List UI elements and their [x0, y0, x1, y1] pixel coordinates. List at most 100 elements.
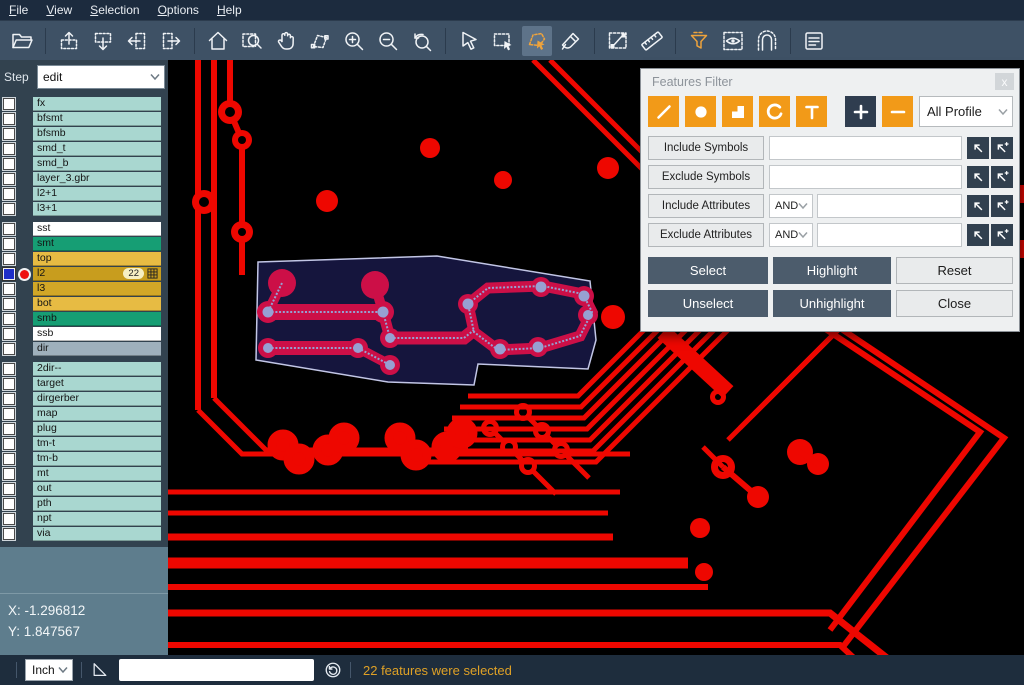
layer-checkbox-plug[interactable] — [3, 423, 15, 435]
view-eye-icon[interactable] — [718, 26, 748, 56]
layer-checkbox-dirgerber[interactable] — [3, 393, 15, 405]
layer-checkbox-smb[interactable] — [3, 313, 15, 325]
layer-checkbox-bfsmb[interactable] — [3, 128, 15, 140]
snap-angle-icon[interactable] — [90, 660, 110, 680]
layer-label-out[interactable]: out — [33, 482, 161, 496]
pick-add-button[interactable] — [991, 166, 1013, 188]
layer-checkbox-smd-b[interactable] — [3, 158, 15, 170]
net-route-icon[interactable] — [752, 26, 782, 56]
layer-label-tm-b[interactable]: tm-b — [33, 452, 161, 466]
pan-left-icon[interactable] — [122, 26, 152, 56]
pick-add-button[interactable] — [991, 137, 1013, 159]
include-symbols-button[interactable]: Include Symbols — [648, 136, 764, 160]
include-attributes-input[interactable] — [817, 194, 962, 218]
pan-down-icon[interactable] — [88, 26, 118, 56]
layer-label-smd-b[interactable]: smd_b — [33, 157, 161, 171]
layer-checkbox-target[interactable] — [3, 378, 15, 390]
layer-checkbox-sst[interactable] — [3, 223, 15, 235]
layer-label-bfsmt[interactable]: bfsmt — [33, 112, 161, 126]
layer-checkbox-l3-1[interactable] — [3, 203, 15, 215]
pan-right-icon[interactable] — [156, 26, 186, 56]
pick-add-button[interactable] — [991, 195, 1013, 217]
layer-label-fx[interactable]: fx — [33, 97, 161, 111]
layer-checkbox-smd-t[interactable] — [3, 143, 15, 155]
highlight-button[interactable]: Highlight — [773, 257, 891, 284]
select-rectangle-icon[interactable] — [488, 26, 518, 56]
layer-checkbox-2dir-[interactable] — [3, 363, 15, 375]
layer-checkbox-tm-b[interactable] — [3, 453, 15, 465]
pick-add-button[interactable] — [991, 224, 1013, 246]
layer-label-sst[interactable]: sst — [33, 222, 161, 236]
units-dropdown[interactable]: Inch — [25, 659, 73, 681]
layer-label-dirgerber[interactable]: dirgerber — [33, 392, 161, 406]
add-filter-button[interactable] — [845, 96, 876, 127]
measure-ruler-icon[interactable] — [637, 26, 667, 56]
line-filter-button[interactable] — [648, 96, 679, 127]
layer-checkbox-smt[interactable] — [3, 238, 15, 250]
layer-checkbox-npt[interactable] — [3, 513, 15, 525]
layer-checkbox-l2-1[interactable] — [3, 188, 15, 200]
layer-checkbox-ssb[interactable] — [3, 328, 15, 340]
refresh-icon[interactable] — [324, 661, 342, 679]
menu-item-options[interactable]: Options — [149, 3, 208, 17]
layer-checkbox-pth[interactable] — [3, 498, 15, 510]
layer-label-smt[interactable]: smt — [33, 237, 161, 251]
layer-label-layer-3-gbr[interactable]: layer_3.gbr — [33, 172, 161, 186]
layer-checkbox-fx[interactable] — [3, 98, 15, 110]
layer-label-mt[interactable]: mt — [33, 467, 161, 481]
exclude-symbols-button[interactable]: Exclude Symbols — [648, 165, 764, 189]
menu-item-help[interactable]: Help — [208, 3, 251, 17]
step-dropdown[interactable]: edit — [37, 65, 165, 89]
menu-item-file[interactable]: File — [0, 3, 37, 17]
layer-label-tm-t[interactable]: tm-t — [33, 437, 161, 451]
layer-table-icon[interactable] — [147, 268, 158, 279]
layer-label-target[interactable]: target — [33, 377, 161, 391]
layer-checkbox-tm-t[interactable] — [3, 438, 15, 450]
unselect-button[interactable]: Unselect — [648, 290, 768, 317]
layer-label-top[interactable]: top — [33, 252, 161, 266]
pick-from-canvas-button[interactable] — [967, 195, 989, 217]
layer-checkbox-mt[interactable] — [3, 468, 15, 480]
layer-checkbox-map[interactable] — [3, 408, 15, 420]
include-attributes-button[interactable]: Include Attributes — [648, 194, 764, 218]
profile-dropdown[interactable]: All Profile — [919, 96, 1013, 127]
layer-label-l2[interactable]: l222 — [33, 267, 161, 281]
surface-filter-button[interactable] — [722, 96, 753, 127]
zoom-in-icon[interactable] — [339, 26, 369, 56]
pick-from-canvas-button[interactable] — [967, 224, 989, 246]
layer-label-via[interactable]: via — [33, 527, 161, 541]
dialog-titlebar[interactable]: Features Filter x — [641, 69, 1019, 94]
measure-distance-icon[interactable] — [603, 26, 633, 56]
clear-brush-icon[interactable] — [556, 26, 586, 56]
zoom-out-icon[interactable] — [373, 26, 403, 56]
features-filter-icon[interactable] — [684, 26, 714, 56]
layer-label-smb[interactable]: smb — [33, 312, 161, 326]
zoom-area-icon[interactable] — [237, 26, 267, 56]
layer-label-npt[interactable]: npt — [33, 512, 161, 526]
pan-up-icon[interactable] — [54, 26, 84, 56]
layers-table-icon[interactable] — [799, 26, 829, 56]
layer-label-l3-1[interactable]: l3+1 — [33, 202, 161, 216]
exclude-attributes-input[interactable] — [817, 223, 962, 247]
pad-filter-button[interactable] — [685, 96, 716, 127]
layer-label-bot[interactable]: bot — [33, 297, 161, 311]
close-icon[interactable]: x — [995, 73, 1014, 90]
exclude-attributes-operator-dropdown[interactable]: AND — [769, 223, 813, 247]
select-pointer-icon[interactable] — [454, 26, 484, 56]
layer-checkbox-bfsmt[interactable] — [3, 113, 15, 125]
select-polygon-icon[interactable] — [522, 26, 552, 56]
include-symbols-input[interactable] — [769, 136, 962, 160]
layer-checkbox-via[interactable] — [3, 528, 15, 540]
layer-checkbox-dir[interactable] — [3, 343, 15, 355]
layer-checkbox-bot[interactable] — [3, 298, 15, 310]
layer-label-pth[interactable]: pth — [33, 497, 161, 511]
zoom-polygon-icon[interactable] — [305, 26, 335, 56]
layer-label-l3[interactable]: l3 — [33, 282, 161, 296]
layer-checkbox-l2[interactable] — [3, 268, 15, 280]
exclude-symbols-input[interactable] — [769, 165, 962, 189]
select-button[interactable]: Select — [648, 257, 768, 284]
exclude-attributes-button[interactable]: Exclude Attributes — [648, 223, 764, 247]
layer-checkbox-out[interactable] — [3, 483, 15, 495]
arc-filter-button[interactable] — [759, 96, 790, 127]
zoom-previous-icon[interactable] — [407, 26, 437, 56]
